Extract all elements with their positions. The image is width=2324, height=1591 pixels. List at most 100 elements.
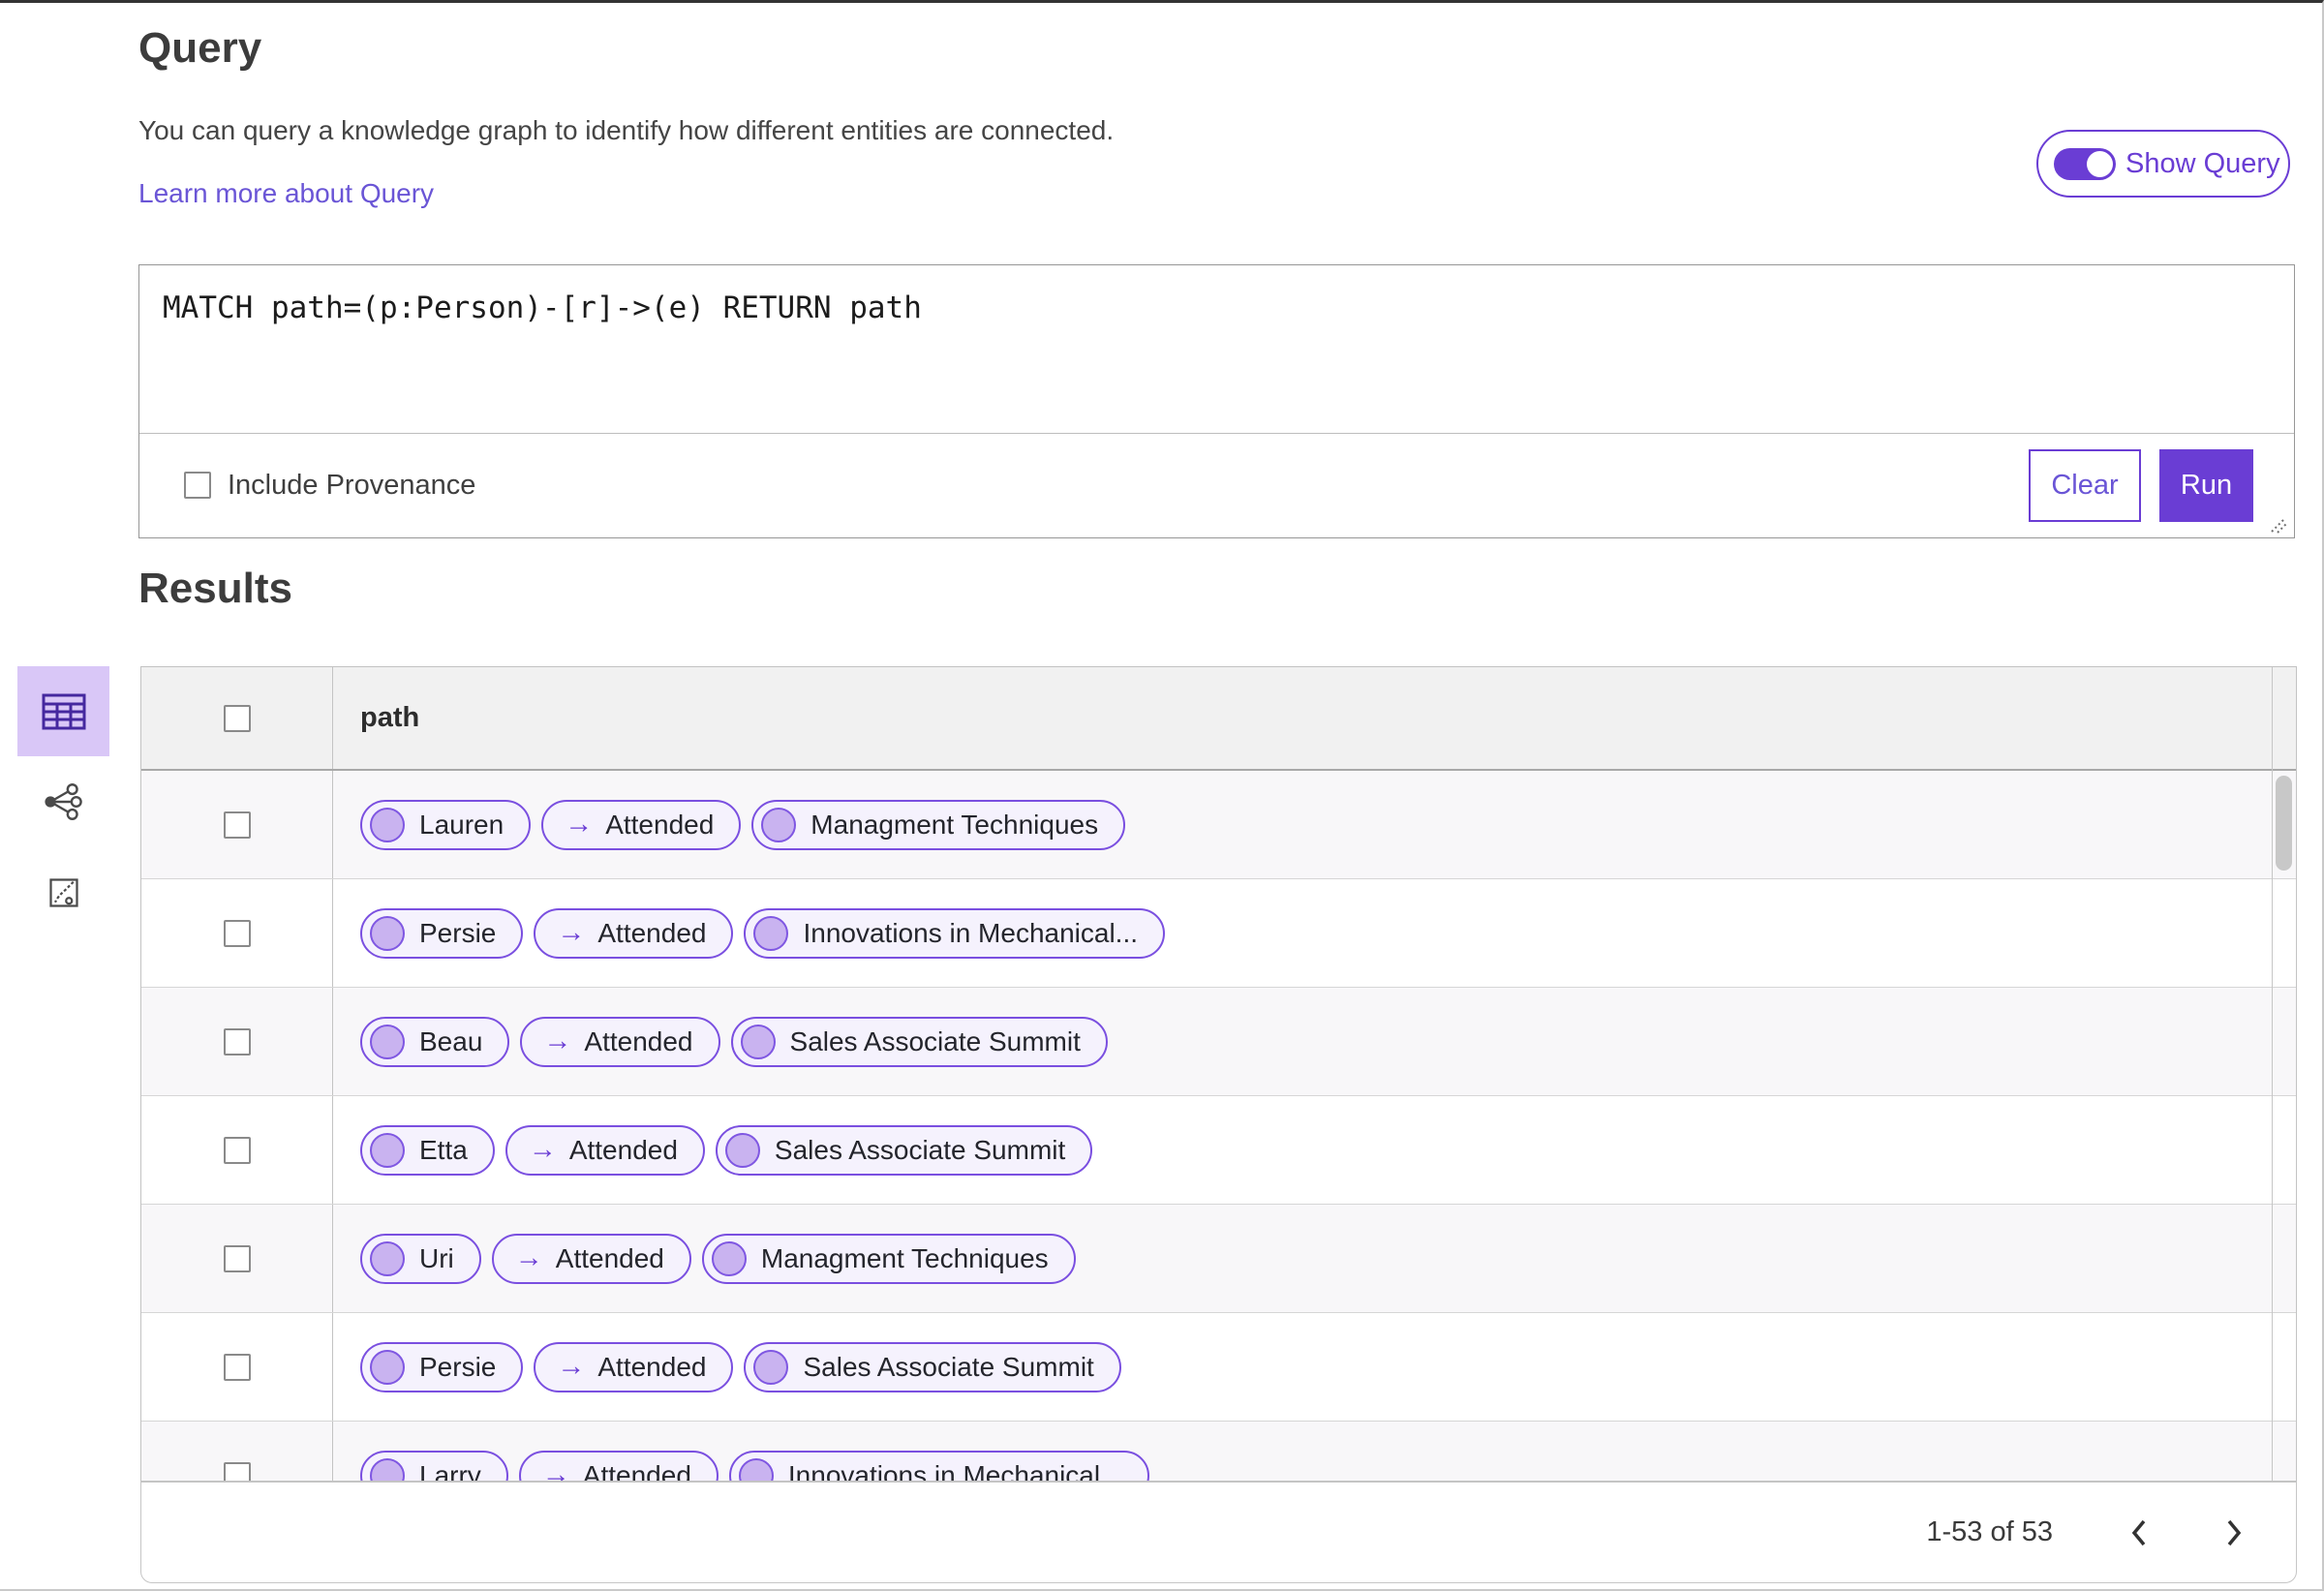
row-checkbox[interactable]	[223, 1136, 251, 1164]
edge-pill[interactable]: → Attended	[518, 1450, 719, 1481]
table-row: Uri → Attended Managment Techniques	[141, 1205, 2296, 1313]
edge-pill[interactable]: → Attended	[491, 1233, 691, 1284]
path-cell: Beau → Attended Sales Associate Summit	[333, 988, 2296, 1095]
target-node-label: Sales Associate Summit	[774, 1134, 1066, 1165]
source-node-pill[interactable]: Larry	[360, 1450, 508, 1481]
target-node-label: Sales Associate Summit	[803, 1351, 1094, 1382]
source-node-label: Persie	[419, 1351, 497, 1382]
query-page: Query You can query a knowledge graph to…	[0, 0, 2324, 1591]
node-dot-icon	[370, 1457, 405, 1481]
prev-page-button[interactable]	[2130, 1518, 2148, 1547]
edge-arrow-icon: →	[528, 1134, 557, 1165]
results-table-body: Lauren → Attended Managment Techniques P…	[141, 771, 2296, 1482]
query-input[interactable]: MATCH path=(p:Person)-[r]->(e) RETURN pa…	[139, 265, 2294, 434]
source-node-pill[interactable]: Persie	[360, 1341, 524, 1392]
edge-arrow-icon: →	[543, 1025, 572, 1056]
row-checkbox[interactable]	[223, 919, 251, 947]
table-row: Persie → Attended Innovations in Mechani…	[141, 879, 2296, 988]
path-cell: Lauren → Attended Managment Techniques	[333, 771, 2296, 878]
target-node-pill[interactable]: Sales Associate Summit	[744, 1341, 1121, 1392]
target-node-pill[interactable]: Innovations in Mechanical...	[728, 1450, 1150, 1482]
node-dot-icon	[370, 807, 405, 842]
row-checkbox-cell	[141, 1313, 333, 1421]
node-dot-icon	[753, 1349, 789, 1385]
path-cell: Persie → Attended Sales Associate Summit	[333, 1313, 2296, 1421]
target-node-label: Innovations in Mechanical...	[787, 1459, 1123, 1482]
results-table-header: path	[141, 667, 2296, 771]
results-table: path Lauren → Attended Managment Techniq…	[140, 666, 2297, 1482]
include-provenance-label: Include Provenance	[228, 469, 476, 501]
target-node-pill[interactable]: Innovations in Mechanical...	[744, 907, 1166, 959]
target-node-pill[interactable]: Sales Associate Summit	[715, 1124, 1093, 1176]
next-page-button[interactable]	[2225, 1518, 2243, 1547]
page-title: Query	[138, 24, 262, 72]
edge-label: Attended	[568, 1134, 678, 1165]
query-editor-panel: MATCH path=(p:Person)-[r]->(e) RETURN pa…	[138, 264, 2295, 538]
table-row: Persie → Attended Sales Associate Summit	[141, 1313, 2296, 1422]
source-node-pill[interactable]: Uri	[360, 1233, 481, 1284]
select-all-checkbox[interactable]	[223, 704, 251, 732]
target-node-pill[interactable]: Managment Techniques	[751, 799, 1126, 850]
edge-pill[interactable]: → Attended	[534, 1341, 734, 1392]
row-checkbox-cell	[141, 771, 333, 878]
target-node-pill[interactable]: Sales Associate Summit	[730, 1016, 1108, 1067]
row-checkbox-cell	[141, 1422, 333, 1481]
edge-label: Attended	[605, 809, 715, 840]
edge-pill[interactable]: → Attended	[534, 907, 734, 959]
row-checkbox[interactable]	[223, 1027, 251, 1056]
show-query-toggle[interactable]: Show Query	[2036, 130, 2290, 198]
row-checkbox[interactable]	[223, 1353, 251, 1381]
node-dot-icon	[761, 807, 797, 842]
source-node-label: Lauren	[419, 809, 505, 840]
source-node-label: Beau	[419, 1025, 483, 1056]
toggle-switch-icon[interactable]	[2054, 147, 2116, 180]
row-checkbox[interactable]	[223, 811, 251, 839]
node-dot-icon	[370, 1349, 405, 1385]
node-dot-icon	[370, 915, 405, 951]
run-button[interactable]: Run	[2159, 448, 2253, 522]
row-checkbox[interactable]	[223, 1244, 251, 1272]
clear-button[interactable]: Clear	[2029, 448, 2141, 522]
table-row: Etta → Attended Sales Associate Summit	[141, 1096, 2296, 1205]
source-node-pill[interactable]: Lauren	[360, 799, 532, 850]
node-dot-icon	[370, 1240, 405, 1276]
scrollbar-thumb[interactable]	[2276, 776, 2292, 871]
source-node-pill[interactable]: Persie	[360, 907, 524, 959]
header-checkbox-cell	[141, 667, 333, 769]
edge-arrow-icon: →	[514, 1242, 543, 1273]
edge-pill[interactable]: → Attended	[520, 1016, 720, 1067]
source-node-label: Uri	[419, 1242, 454, 1273]
source-node-label: Etta	[419, 1134, 468, 1165]
row-checkbox-cell	[141, 988, 333, 1095]
edge-pill[interactable]: → Attended	[541, 799, 742, 850]
pagination-bar: 1-53 of 53	[140, 1482, 2297, 1583]
target-node-pill[interactable]: Managment Techniques	[701, 1233, 1076, 1284]
include-provenance-checkbox[interactable]	[184, 472, 211, 499]
edge-pill[interactable]: → Attended	[505, 1124, 705, 1176]
learn-more-link[interactable]: Learn more about Query	[138, 178, 434, 209]
query-description: You can query a knowledge graph to ident…	[138, 115, 1115, 145]
node-dot-icon	[724, 1132, 760, 1168]
graph-view-icon	[45, 783, 82, 820]
source-node-pill[interactable]: Beau	[360, 1016, 510, 1067]
view-switcher-table[interactable]	[17, 666, 109, 756]
vertical-scrollbar[interactable]	[2272, 667, 2296, 1481]
node-dot-icon	[370, 1132, 405, 1168]
view-switcher-chart[interactable]	[44, 872, 84, 914]
source-node-pill[interactable]: Etta	[360, 1124, 495, 1176]
edge-arrow-icon: →	[557, 1351, 586, 1382]
target-node-label: Innovations in Mechanical...	[803, 917, 1139, 948]
table-view-icon	[42, 693, 85, 729]
row-checkbox[interactable]	[223, 1461, 251, 1481]
path-cell: Larry → Attended Innovations in Mechanic…	[333, 1422, 2296, 1482]
edge-arrow-icon: →	[565, 809, 594, 840]
path-cell: Etta → Attended Sales Associate Summit	[333, 1096, 2296, 1204]
table-row: Larry → Attended Innovations in Mechanic…	[141, 1422, 2296, 1482]
results-title: Results	[138, 565, 292, 612]
node-dot-icon	[738, 1457, 774, 1481]
pagination-range: 1-53 of 53	[1926, 1516, 2053, 1547]
row-checkbox-cell	[141, 1096, 333, 1204]
node-dot-icon	[370, 1024, 405, 1059]
row-checkbox-cell	[141, 879, 333, 987]
view-switcher-graph[interactable]	[37, 777, 89, 827]
